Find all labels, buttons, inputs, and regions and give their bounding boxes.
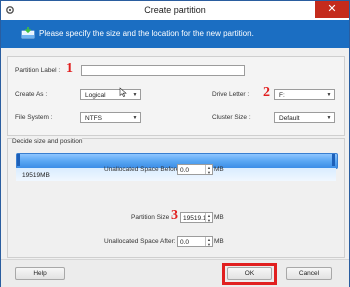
left-resize-handle[interactable] xyxy=(17,154,20,166)
partition-label-label: Partition Label : xyxy=(15,67,61,74)
title-bar[interactable]: Create partition ✕ xyxy=(1,1,349,21)
drive-letter-label: Drive Letter : xyxy=(212,91,250,98)
chevron-down-icon[interactable]: ▼ xyxy=(324,113,334,122)
cluster-size-select[interactable]: Default ▼ xyxy=(274,112,335,123)
create-partition-dialog: Create partition ✕ Please specify the si… xyxy=(0,0,350,287)
file-system-select[interactable]: NTFS ▼ xyxy=(80,112,141,123)
annotation-number-1: 1 xyxy=(66,61,73,76)
partition-size-label: Partition Size : xyxy=(131,214,173,221)
partition-bar-size-label: 19519MB xyxy=(22,172,50,179)
ok-highlight-box xyxy=(222,263,277,285)
cluster-size-value: Default xyxy=(279,115,300,122)
mouse-cursor-icon xyxy=(119,87,127,97)
spin-arrows-icon[interactable]: ▲ ▼ xyxy=(205,165,212,175)
annotation-number-2: 2 xyxy=(263,85,270,100)
close-button[interactable]: ✕ xyxy=(315,1,349,18)
annotation-number-3: 3 xyxy=(171,208,178,223)
unallocated-before-value: 0.0 xyxy=(180,167,190,174)
partition-disk-icon xyxy=(21,27,35,39)
file-system-value: NTFS xyxy=(85,115,102,122)
banner-text: Please specify the size and the location… xyxy=(39,29,254,38)
chevron-down-icon[interactable]: ▼ xyxy=(130,113,140,122)
help-button[interactable]: Help xyxy=(15,267,65,280)
unallocated-before-label: Unallocated Space Before: xyxy=(104,166,182,173)
chevron-down-icon[interactable]: ▼ xyxy=(324,90,334,99)
unallocated-after-input[interactable]: 0.0 ▲ ▼ xyxy=(177,236,213,247)
window-title: Create partition xyxy=(144,5,206,15)
file-system-label: File System : xyxy=(15,114,53,121)
right-resize-handle[interactable] xyxy=(332,154,335,166)
create-as-label: Create As : xyxy=(15,91,48,98)
unallocated-after-label: Unallocated Space After: xyxy=(104,238,176,245)
cancel-button[interactable]: Cancel xyxy=(286,267,332,280)
unallocated-after-value: 0.0 xyxy=(180,239,190,246)
unallocated-before-unit: MB xyxy=(214,166,224,173)
size-position-group: Decide size and position 19519MB xyxy=(7,138,345,258)
partition-size-value: 19519.1 xyxy=(183,215,207,222)
create-as-select[interactable]: Logical ▼ xyxy=(80,89,141,100)
unallocated-after-unit: MB xyxy=(214,238,224,245)
spin-arrows-icon[interactable]: ▲ ▼ xyxy=(205,237,212,247)
cluster-size-label: Cluster Size : xyxy=(212,114,251,121)
create-as-value: Logical xyxy=(85,92,106,99)
size-position-title: Decide size and position xyxy=(12,138,83,145)
partition-label-input[interactable] xyxy=(81,65,245,76)
drive-letter-value: F: xyxy=(279,92,285,99)
chevron-down-icon[interactable]: ▼ xyxy=(130,90,140,99)
partition-size-unit: MB xyxy=(214,214,224,221)
instruction-banner: Please specify the size and the location… xyxy=(1,20,349,48)
unallocated-before-input[interactable]: 0.0 ▲ ▼ xyxy=(177,164,213,175)
drive-letter-select[interactable]: F: ▼ xyxy=(274,89,335,100)
partition-size-input[interactable]: 19519.1 ▲ ▼ xyxy=(180,212,213,223)
spin-arrows-icon[interactable]: ▲ ▼ xyxy=(205,213,212,223)
